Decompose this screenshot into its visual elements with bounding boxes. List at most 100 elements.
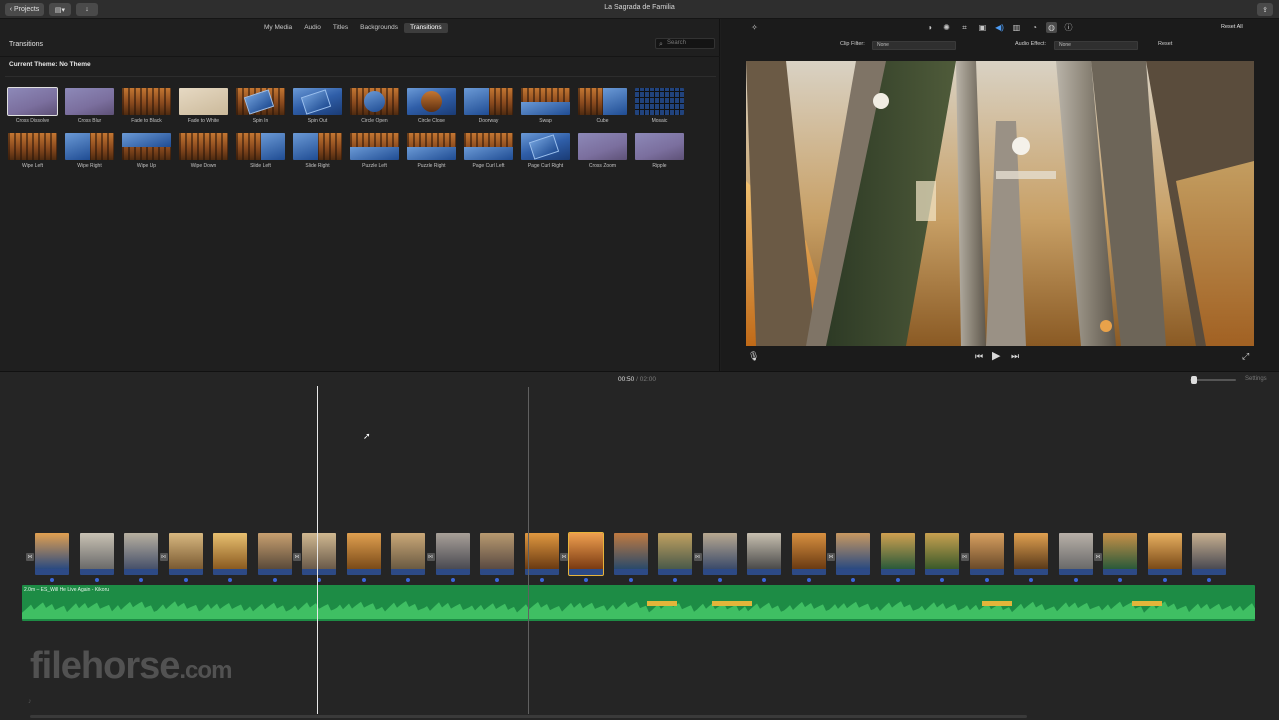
color-balance-icon[interactable]: ◑	[924, 22, 935, 33]
transition-ripple[interactable]: Ripple	[635, 133, 684, 169]
timeline-clip[interactable]	[568, 532, 604, 576]
timeline-clip[interactable]	[1192, 533, 1226, 575]
crop-icon[interactable]: ⌗	[959, 22, 970, 33]
audio-effect-select[interactable]: None	[1054, 41, 1138, 50]
tab-titles[interactable]: Titles	[327, 23, 354, 33]
volume-icon[interactable]: ◀)	[994, 22, 1005, 33]
stabilization-icon[interactable]: ▣	[977, 22, 988, 33]
transition-circle-open[interactable]: Circle Open	[350, 88, 399, 124]
transition-marker-icon[interactable]: ⋈	[693, 553, 702, 561]
tab-audio[interactable]: Audio	[298, 23, 327, 33]
transition-marker-icon[interactable]: ⋈	[960, 553, 969, 561]
transition-wipe-down[interactable]: Wipe Down	[179, 133, 228, 169]
voiceover-mic-icon[interactable]: 🎙	[748, 351, 759, 362]
skip-back-icon[interactable]: ⏮	[975, 351, 983, 362]
clip-filter-select[interactable]: None	[872, 41, 956, 50]
timeline-clip[interactable]	[791, 533, 826, 575]
fullscreen-icon[interactable]: ⤢	[1242, 351, 1249, 362]
transition-cross-zoom[interactable]: Cross Zoom	[578, 133, 627, 169]
timeline-clip[interactable]	[124, 533, 158, 575]
timeline-clip[interactable]	[925, 533, 959, 575]
timeline-clip[interactable]	[168, 533, 203, 575]
timeline-scrollbar[interactable]	[30, 715, 1027, 718]
transition-wipe-right[interactable]: Wipe Right	[65, 133, 114, 169]
transition-page-curl-right[interactable]: Page Curl Right	[521, 133, 570, 169]
audio-keyframe-dot	[495, 578, 499, 582]
timeline-clip[interactable]	[302, 533, 336, 575]
transition-fade-to-white[interactable]: Fade to White	[179, 88, 228, 124]
transition-marker-icon[interactable]: ⋈	[293, 553, 301, 561]
share-button[interactable]: ⇪	[1257, 3, 1273, 16]
timeline-clip[interactable]	[79, 533, 114, 575]
timeline-clip[interactable]	[1103, 533, 1137, 575]
tab-my-media[interactable]: My Media	[258, 23, 298, 33]
transition-marker-icon[interactable]: ⋈	[827, 553, 835, 561]
library-tabs: My Media Audio Titles Backgrounds Transition…	[258, 23, 448, 34]
timeline-clip[interactable]	[613, 533, 648, 575]
tab-transitions[interactable]: Transitions	[404, 23, 448, 33]
timeline-clip[interactable]	[969, 533, 1004, 575]
transition-thumbnail	[521, 88, 570, 115]
transition-page-curl-left[interactable]: Page Curl Left	[464, 133, 513, 169]
equalizer-icon[interactable]: ▥	[1011, 22, 1022, 33]
zoom-slider-knob[interactable]	[1191, 376, 1197, 384]
transition-marker-icon[interactable]: ⋈	[1094, 553, 1102, 561]
transition-slide-right[interactable]: Slide Right	[293, 133, 342, 169]
reset-button[interactable]: Reset	[1158, 41, 1172, 47]
noise-reduction-icon[interactable]: ◍	[1046, 22, 1057, 33]
magic-wand-icon[interactable]: ✧	[749, 22, 760, 33]
timecode: 00:50 / 02:00	[618, 376, 656, 383]
transition-spin-in[interactable]: Spin In	[236, 88, 285, 124]
watermark-logo: filehorse.com	[30, 645, 232, 688]
timeline-clip[interactable]	[880, 533, 915, 575]
transition-marker-icon[interactable]: ⋈	[426, 553, 435, 561]
color-correction-icon[interactable]: ✺	[941, 22, 952, 33]
transition-marker-icon[interactable]: ⋈	[26, 553, 34, 561]
audio-track[interactable]: 2.0m – ES_Will He Live Again - Kikoru	[22, 585, 1255, 621]
transition-spin-out[interactable]: Spin Out	[293, 88, 342, 124]
transition-puzzle-right[interactable]: Puzzle Right	[407, 133, 456, 169]
timeline-settings-button[interactable]: Settings	[1245, 376, 1267, 382]
transition-mosaic[interactable]: Mosaic	[635, 88, 684, 124]
transition-marker-icon[interactable]: ⋈	[159, 553, 168, 561]
timeline-clip[interactable]	[346, 533, 381, 575]
transition-cross-blur[interactable]: Cross Blur	[65, 88, 114, 124]
play-icon[interactable]: ▶	[992, 349, 1000, 362]
tab-backgrounds[interactable]: Backgrounds	[354, 23, 404, 33]
transition-wipe-up[interactable]: Wipe Up	[122, 133, 171, 169]
transition-cube[interactable]: Cube	[578, 88, 627, 124]
timeline-clip[interactable]	[702, 533, 737, 575]
skip-forward-icon[interactable]: ⏭	[1011, 351, 1019, 362]
timeline-clip[interactable]	[524, 533, 559, 575]
transition-swap[interactable]: Swap	[521, 88, 570, 124]
timeline-clip[interactable]	[1147, 533, 1182, 575]
timeline-clip[interactable]	[391, 533, 425, 575]
timeline-clip[interactable]	[480, 533, 514, 575]
timeline-clip[interactable]	[1058, 533, 1093, 575]
transition-label: Fade to Black	[131, 118, 162, 124]
timeline-clip[interactable]	[35, 533, 69, 575]
transition-cross-dissolve[interactable]: Cross Dissolve	[7, 87, 58, 124]
transition-circle-close[interactable]: Circle Close	[407, 88, 456, 124]
transition-slide-left[interactable]: Slide Left	[236, 133, 285, 169]
transition-wipe-left[interactable]: Wipe Left	[8, 133, 57, 169]
transition-fade-to-black[interactable]: Fade to Black	[122, 88, 171, 124]
timeline-clip[interactable]	[747, 533, 781, 575]
search-input[interactable]: ⌕ Search	[655, 38, 715, 49]
timeline-clip[interactable]	[658, 533, 692, 575]
playhead[interactable]	[317, 386, 318, 714]
timeline-clip[interactable]	[836, 533, 870, 575]
info-icon[interactable]: ⓘ	[1063, 22, 1074, 33]
timeline-clip[interactable]	[257, 533, 292, 575]
video-preview[interactable]	[746, 61, 1254, 346]
timeline-clip[interactable]	[1014, 533, 1048, 575]
timeline-clip[interactable]	[213, 533, 247, 575]
transition-puzzle-left[interactable]: Puzzle Left	[350, 133, 399, 169]
speed-icon[interactable]: ◔	[1029, 22, 1040, 33]
audio-keyframe-dot	[1073, 578, 1078, 582]
reset-all-button[interactable]: Reset All	[1221, 24, 1243, 30]
transition-doorway[interactable]: Doorway	[464, 88, 513, 124]
timeline-clip[interactable]	[435, 533, 470, 575]
transition-marker-icon[interactable]: ⋈	[560, 553, 568, 561]
audio-keyframe-dot	[1118, 578, 1122, 582]
